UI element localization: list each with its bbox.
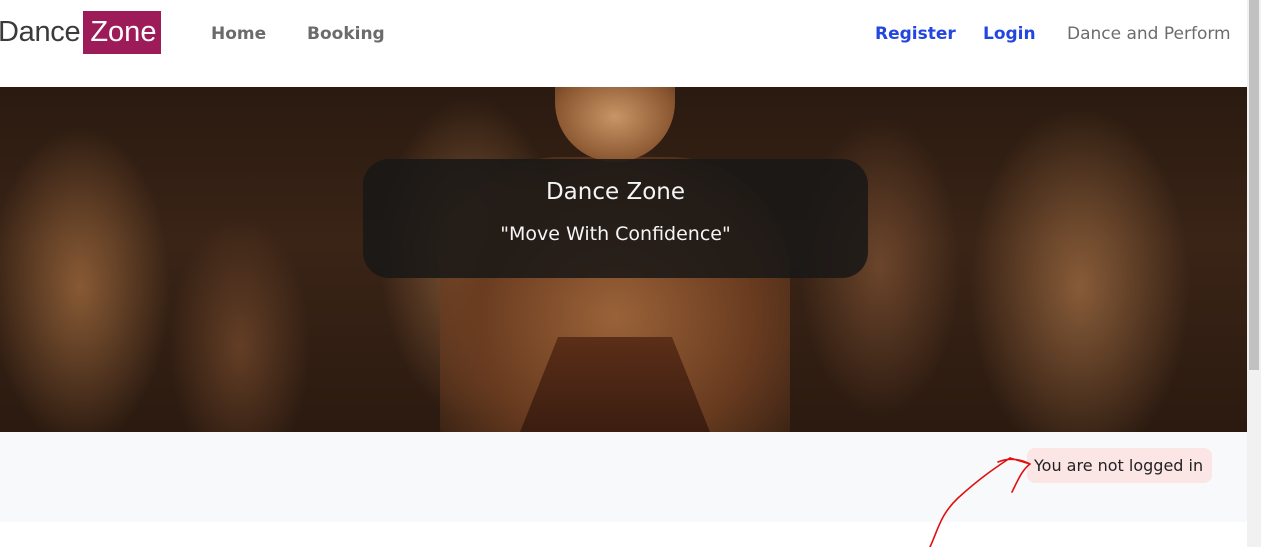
brand-text-zone: Zone <box>83 11 162 54</box>
login-status-badge: You are not logged in <box>1027 448 1213 483</box>
hero-caption-card: Dance Zone "Move With Confidence" <box>363 159 868 278</box>
brand-logo[interactable]: Dance Zone <box>0 11 162 54</box>
register-link[interactable]: Register <box>875 22 956 46</box>
page: Dance Zone Home Booking Register Login D… <box>0 0 1261 547</box>
navbar: Dance Zone Home Booking Register Login D… <box>0 0 1247 87</box>
hero-banner: Dance Zone "Move With Confidence" <box>0 87 1247 432</box>
scrollbar-thumb[interactable] <box>1249 0 1259 370</box>
nav-link-booking[interactable]: Booking <box>307 22 385 46</box>
hero-subtitle: "Move With Confidence" <box>500 223 731 245</box>
brand-text-dance: Dance <box>0 16 81 48</box>
nav-tagline: Dance and Perform <box>1067 24 1231 44</box>
nav-link-home[interactable]: Home <box>211 22 266 46</box>
status-section: You are not logged in <box>0 432 1247 522</box>
hero-image-figure-head <box>555 87 675 162</box>
login-link[interactable]: Login <box>983 22 1036 46</box>
hero-title: Dance Zone <box>545 179 686 205</box>
vertical-scrollbar[interactable] <box>1247 0 1261 547</box>
